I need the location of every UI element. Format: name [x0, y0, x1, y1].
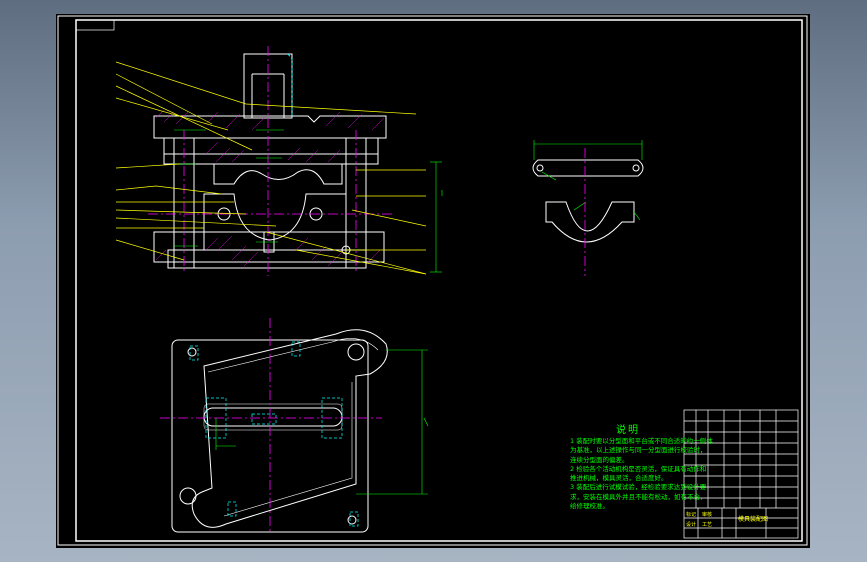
section-hatching [155, 109, 385, 267]
notes-title: 说明 [616, 425, 640, 436]
note-line: 1 装配时要以分型面和平台或不同合适的约一侧体 [570, 437, 713, 445]
detail-arch-part [545, 201, 635, 243]
note-line: 为基准，以上述操作与同一分型面进行校验时， [570, 446, 707, 455]
plan-die-slot [203, 407, 343, 427]
tb-label: 工艺 [702, 522, 713, 528]
detail-link-part [532, 159, 644, 177]
note-line: 连续分型面的偏差。 [570, 455, 629, 464]
front-centerlines [148, 46, 392, 276]
base-plate [153, 231, 385, 263]
front-section-view [153, 53, 387, 269]
tb-label: 审核 [702, 512, 713, 518]
plan-view [171, 329, 388, 533]
drawing-number-box [75, 19, 115, 31]
detail-arch-dimensions [573, 201, 641, 221]
tb-label: 设计 [686, 522, 697, 528]
tb-label: 标记 [686, 512, 697, 518]
notes-body: 1 装配时要以分型面和平台或不同合适的约一侧体 为基准，以上述操作与同一分型面进… [570, 437, 730, 511]
note-line: 给修理校准。 [570, 502, 609, 511]
cad-viewport[interactable]: 说明 1 装配时要以分型面和平台或不同合适的约一侧体 为基准，以上述操作与同一分… [56, 14, 810, 548]
lower-die [203, 193, 347, 251]
note-line: 推进机械，模具灵活，合适度好。 [570, 474, 668, 483]
note-line: 3 装配后进行试模试验，经检验要求达到设计要 [570, 483, 707, 492]
front-dimensions [174, 129, 443, 273]
top-plate [153, 115, 387, 139]
drawing-name: 模具装配图 [738, 516, 769, 523]
plan-hidden-lines [189, 341, 359, 527]
note-line: 求，安装在模具外并且不能有松动，如有不合， [570, 492, 707, 501]
punch [213, 164, 343, 185]
note-line: 2 检验各个活动机构是否灵活，保证具有动作和 [570, 464, 707, 473]
